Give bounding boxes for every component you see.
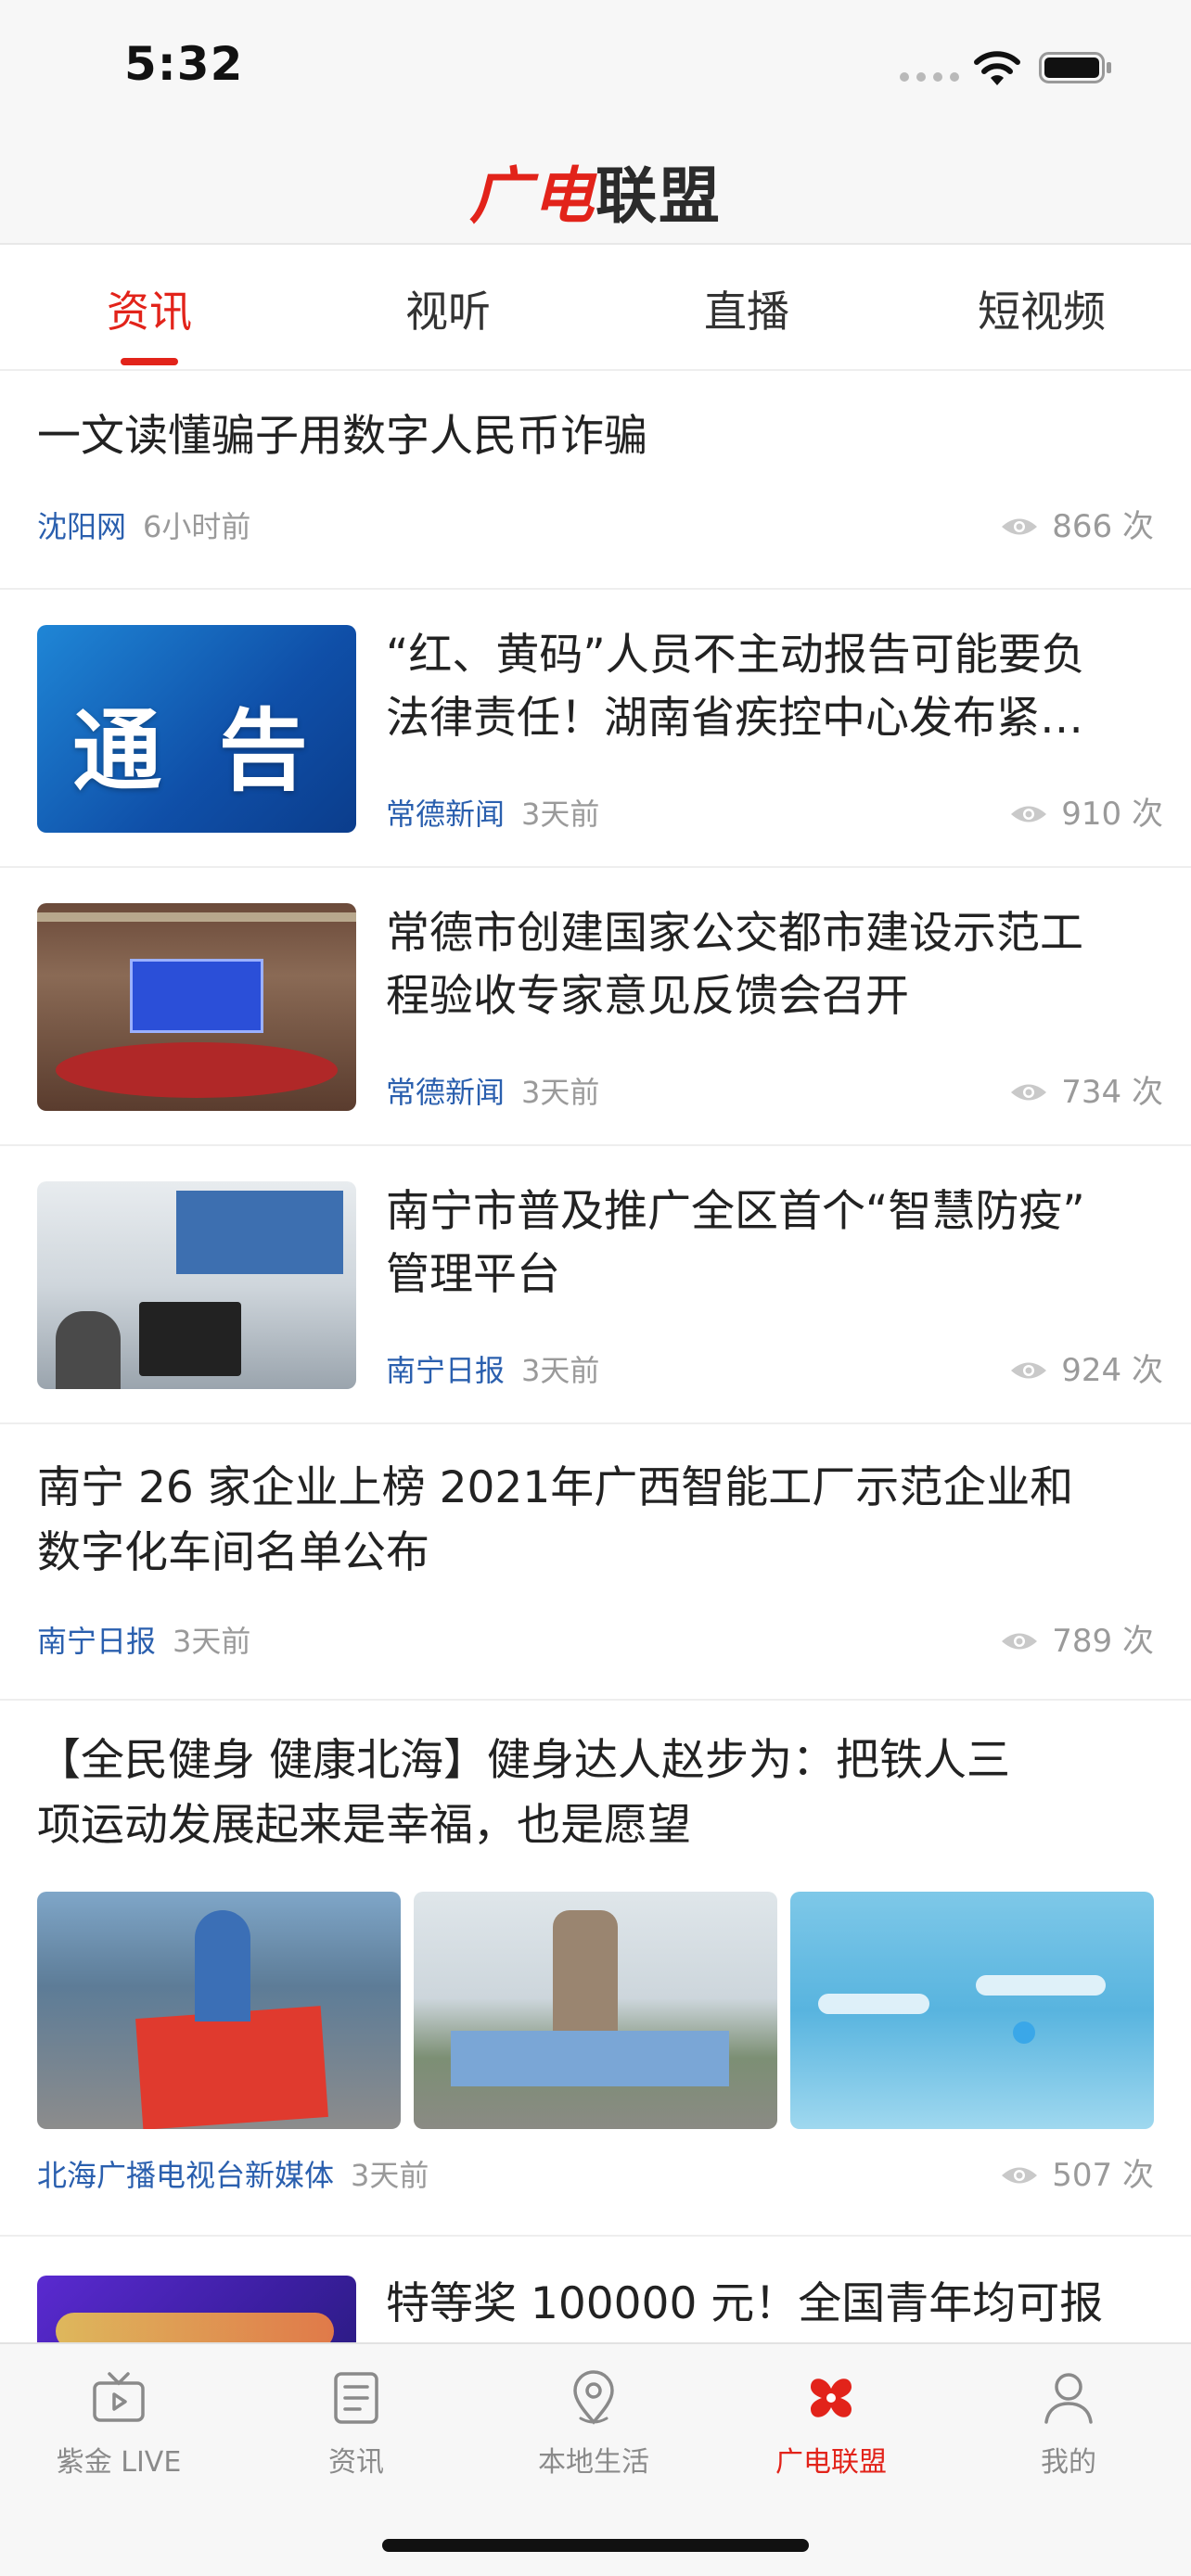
news-source[interactable]: 南宁日报 — [37, 1623, 156, 1660]
news-item[interactable]: 一文读懂骗子用数字人民币诈骗 沈阳网 6小时前 866 次 — [0, 371, 1191, 590]
news-meta: 北海广播电视台新媒体 3天前 — [37, 2157, 429, 2194]
category-tabs: 资讯 视听 直播 短视频 — [0, 245, 1191, 371]
news-item[interactable]: 常德市创建国家公交都市建设示范工 程验收专家意见反馈会召开 常德新闻 3天前 7… — [0, 868, 1191, 1146]
document-list-icon — [334, 2372, 378, 2424]
news-time: 6小时前 — [143, 509, 251, 544]
tabbar-item-live[interactable]: 紫金 LIVE — [0, 2368, 237, 2480]
eye-icon — [1002, 2167, 1038, 2184]
news-thumbnail — [37, 903, 356, 1111]
news-time: 3天前 — [521, 1075, 600, 1110]
news-meta: 常德新闻 3天前 — [386, 796, 599, 833]
news-item[interactable]: 通 告 “红、黄码”人员不主动报告可能要负 法律责任！湖南省疾控中心发布紧… 常… — [0, 590, 1191, 868]
news-meta: 南宁日报 3天前 — [386, 1352, 599, 1389]
news-feed[interactable]: 一文读懂骗子用数字人民币诈骗 沈阳网 6小时前 866 次 通 告 “红、黄码”… — [0, 371, 1191, 2342]
view-count: 789 次 — [1000, 1623, 1154, 1660]
tab-news[interactable]: 资讯 — [0, 278, 299, 339]
eye-icon — [1002, 518, 1038, 535]
battery-icon — [1039, 52, 1111, 83]
tabbar-item-news[interactable]: 资讯 — [237, 2368, 475, 2480]
view-count: 924 次 — [1009, 1352, 1163, 1389]
view-count: 866 次 — [1000, 508, 1154, 545]
news-source[interactable]: 南宁日报 — [386, 1352, 505, 1389]
user-icon — [1044, 2373, 1093, 2424]
eye-icon — [1011, 1362, 1047, 1379]
news-title-line1: 特等奖 100000 元！全国青年均可报 — [386, 2278, 1104, 2329]
tv-icon — [93, 2372, 145, 2422]
thumbnail-notice-text: 通 告 — [72, 699, 321, 803]
news-thumbnail — [37, 1181, 356, 1389]
tabbar-item-me[interactable]: 我的 — [950, 2368, 1187, 2480]
tab-short-video[interactable]: 短视频 — [892, 278, 1191, 339]
eye-icon — [1011, 1084, 1047, 1101]
news-item[interactable]: 【全民健身 健康北海】健身达人赵步为：把铁人三 项运动发展起来是幸福，也是愿望 … — [0, 1701, 1191, 2237]
news-item[interactable]: 特等奖 100000 元！全国青年均可报 — [0, 2237, 1191, 2342]
news-image-1 — [37, 1892, 401, 2129]
view-count: 734 次 — [1009, 1074, 1163, 1111]
cellular-signal-icon — [900, 72, 959, 82]
news-item[interactable]: 南宁市普及推广全区首个“智慧防疫” 管理平台 南宁日报 3天前 924 次 — [0, 1146, 1191, 1424]
news-thumbnail: 通 告 — [37, 625, 356, 833]
tabbar-label: 我的 — [1041, 2446, 1096, 2479]
tabbar-label: 广电联盟 — [775, 2446, 887, 2479]
tabbar-label: 紫金 LIVE — [56, 2446, 182, 2479]
app-logo: 广电联盟 — [469, 160, 722, 232]
eye-icon — [1011, 806, 1047, 823]
status-time: 5:32 — [124, 37, 244, 91]
news-time: 3天前 — [173, 1624, 251, 1659]
news-title-line1: 常德市创建国家公交都市建设示范工 — [386, 908, 1083, 959]
news-title-line1: “红、黄码”人员不主动报告可能要负 — [386, 630, 1085, 681]
news-thumbnail — [37, 2276, 356, 2342]
tabbar-item-local-life[interactable]: 本地生活 — [475, 2368, 712, 2480]
active-tab-indicator — [121, 358, 178, 365]
news-image-2 — [414, 1892, 777, 2129]
news-time: 3天前 — [521, 1353, 600, 1388]
status-bar: 5:32 — [0, 0, 1191, 130]
news-source[interactable]: 北海广播电视台新媒体 — [37, 2157, 334, 2194]
tab-live[interactable]: 直播 — [597, 278, 896, 339]
news-title-line2: 数字化车间名单公布 — [37, 1527, 429, 1578]
news-item[interactable]: 南宁 26 家企业上榜 2021年广西智能工厂示范企业和 数字化车间名单公布 南… — [0, 1424, 1191, 1701]
news-title-line1: 南宁市普及推广全区首个“智慧防疫” — [386, 1186, 1085, 1237]
news-time: 3天前 — [521, 797, 600, 832]
view-count: 910 次 — [1009, 796, 1163, 833]
news-meta: 常德新闻 3天前 — [386, 1074, 599, 1111]
location-pin-icon — [573, 2370, 614, 2425]
news-meta: 南宁日报 3天前 — [37, 1623, 250, 1660]
tabbar-label: 资讯 — [328, 2446, 384, 2479]
tab-audiovisual[interactable]: 视听 — [299, 278, 597, 339]
app-header: 广电联盟 — [0, 130, 1191, 245]
home-indicator[interactable] — [382, 2539, 809, 2552]
news-title-line2: 法律责任！湖南省疾控中心发布紧… — [386, 693, 1083, 744]
news-title-line1: 【全民健身 健康北海】健身达人赵步为：把铁人三 — [37, 1735, 1010, 1786]
view-count: 507 次 — [1000, 2157, 1154, 2194]
wifi-icon — [974, 51, 1020, 85]
news-title: 一文读懂骗子用数字人民币诈骗 — [37, 411, 647, 462]
news-source[interactable]: 常德新闻 — [386, 796, 505, 833]
news-source[interactable]: 常德新闻 — [386, 1074, 505, 1111]
news-meta: 沈阳网 6小时前 — [37, 508, 250, 545]
news-title-line1: 南宁 26 家企业上榜 2021年广西智能工厂示范企业和 — [37, 1462, 1074, 1513]
news-source[interactable]: 沈阳网 — [37, 508, 126, 545]
news-title-line2: 项运动发展起来是幸福，也是愿望 — [37, 1800, 691, 1851]
news-time: 3天前 — [351, 2158, 429, 2193]
tabbar-label: 本地生活 — [538, 2446, 649, 2479]
news-title-line2: 程验收专家意见反馈会召开 — [386, 971, 909, 1022]
alliance-logo-icon — [811, 2378, 852, 2417]
eye-icon — [1002, 1633, 1038, 1650]
news-image-3 — [790, 1892, 1154, 2129]
tabbar-item-alliance[interactable]: 广电联盟 — [712, 2368, 950, 2480]
news-title-line2: 管理平台 — [386, 1249, 560, 1300]
